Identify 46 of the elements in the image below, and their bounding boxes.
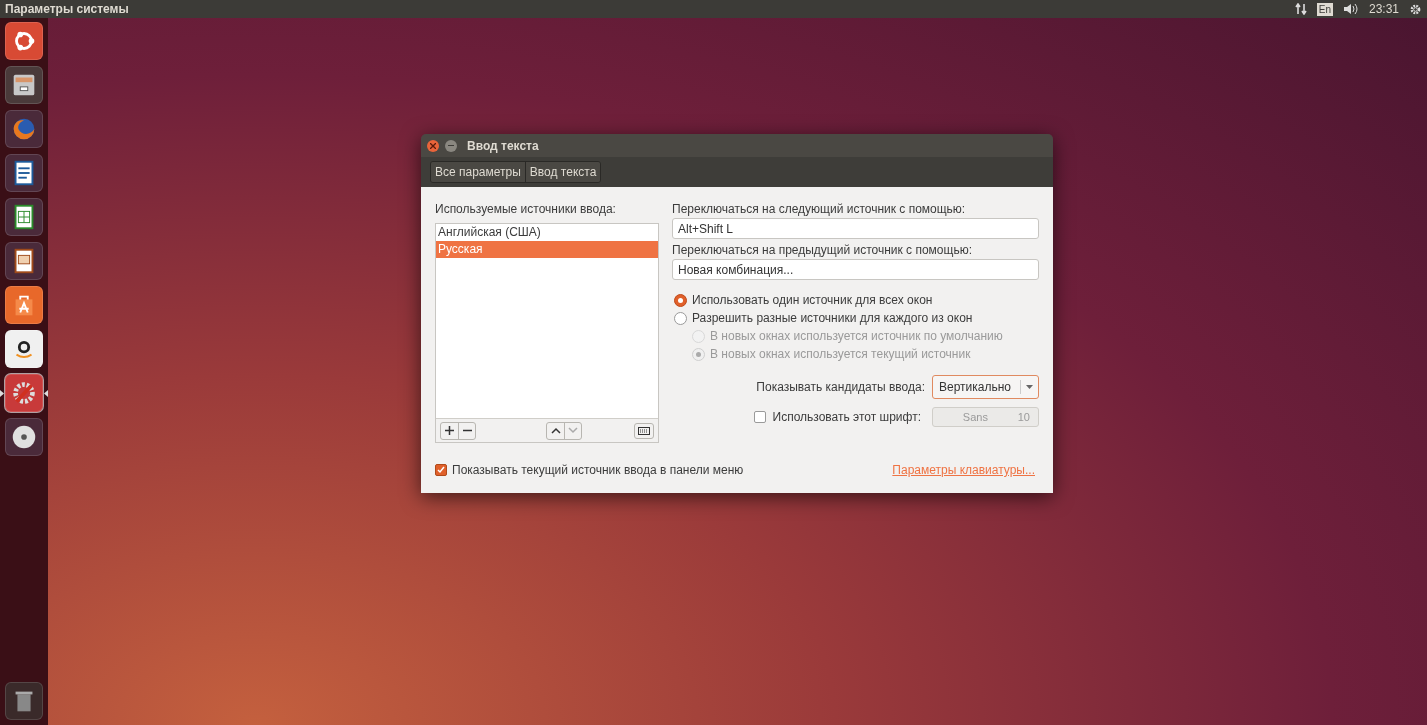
network-arrows-icon[interactable] bbox=[1294, 3, 1307, 15]
plus-icon bbox=[445, 426, 454, 435]
checkbox-label: Использовать этот шрифт: bbox=[772, 409, 921, 426]
speaker-icon[interactable] bbox=[1342, 3, 1359, 15]
list-item[interactable]: Английская (США) bbox=[436, 224, 658, 241]
radio-label: В новых окнах используется источник по умолчанию bbox=[710, 328, 1003, 345]
remove-button[interactable] bbox=[458, 422, 475, 439]
close-icon bbox=[430, 142, 436, 149]
dropdown[interactable]: Вертикально bbox=[932, 375, 1039, 399]
caret-icon bbox=[1026, 385, 1033, 389]
clock[interactable]: 23:31 bbox=[1368, 0, 1399, 18]
minimize-button[interactable] bbox=[445, 139, 457, 152]
trash-icon[interactable] bbox=[5, 682, 43, 720]
presentation-icon[interactable] bbox=[5, 242, 43, 280]
app-title: Параметры системы bbox=[5, 1, 129, 18]
keyboard-button[interactable] bbox=[634, 422, 654, 439]
gear-icon[interactable] bbox=[1409, 2, 1422, 16]
checkbox[interactable] bbox=[753, 411, 766, 423]
chevron-up-icon bbox=[550, 427, 561, 434]
radio-label: Использовать один источник для всех окон bbox=[692, 292, 933, 309]
breadcrumb-button[interactable]: Все параметры bbox=[431, 162, 525, 182]
radio-button[interactable] bbox=[674, 311, 687, 325]
chevron-down-icon bbox=[568, 427, 578, 434]
section-label: Используемые источники ввода: bbox=[435, 201, 617, 218]
field-label: Переключаться на следующий источник с помощью: bbox=[672, 201, 967, 217]
fox-globe-icon[interactable] bbox=[5, 110, 43, 148]
window-title: Ввод текста bbox=[467, 137, 539, 155]
shopping-bag-icon[interactable] bbox=[5, 286, 43, 324]
combo-label: Показывать кандидаты ввода: bbox=[756, 379, 925, 396]
radio-label: Разрешить разные источники для каждого из окон bbox=[692, 310, 973, 327]
document-icon[interactable] bbox=[5, 154, 43, 192]
breadcrumb-button[interactable]: Ввод текста bbox=[524, 162, 601, 182]
radio-label: В новых окнах используется текущий источник bbox=[710, 346, 971, 363]
keyboard-icon bbox=[638, 426, 650, 435]
shopping-smile-icon[interactable] bbox=[5, 330, 43, 368]
checkbox[interactable] bbox=[435, 464, 447, 476]
keyboard-layout-indicator[interactable]: En bbox=[1316, 2, 1333, 16]
checkbox-label: Показывать текущий источник ввода в панели меню bbox=[452, 462, 744, 479]
shortcut-field[interactable]: Новая комбинация... bbox=[672, 259, 1039, 280]
close-button[interactable] bbox=[427, 139, 439, 152]
shortcut-field[interactable]: Alt+Shift L bbox=[672, 218, 1039, 239]
radio-button[interactable] bbox=[674, 293, 687, 307]
field-label: Переключаться на предыдущий источник с помощью: bbox=[672, 242, 973, 258]
gear-wrench-icon[interactable] bbox=[5, 374, 43, 412]
file-cabinet-icon[interactable] bbox=[5, 66, 43, 104]
spreadsheet-icon[interactable] bbox=[5, 198, 43, 236]
